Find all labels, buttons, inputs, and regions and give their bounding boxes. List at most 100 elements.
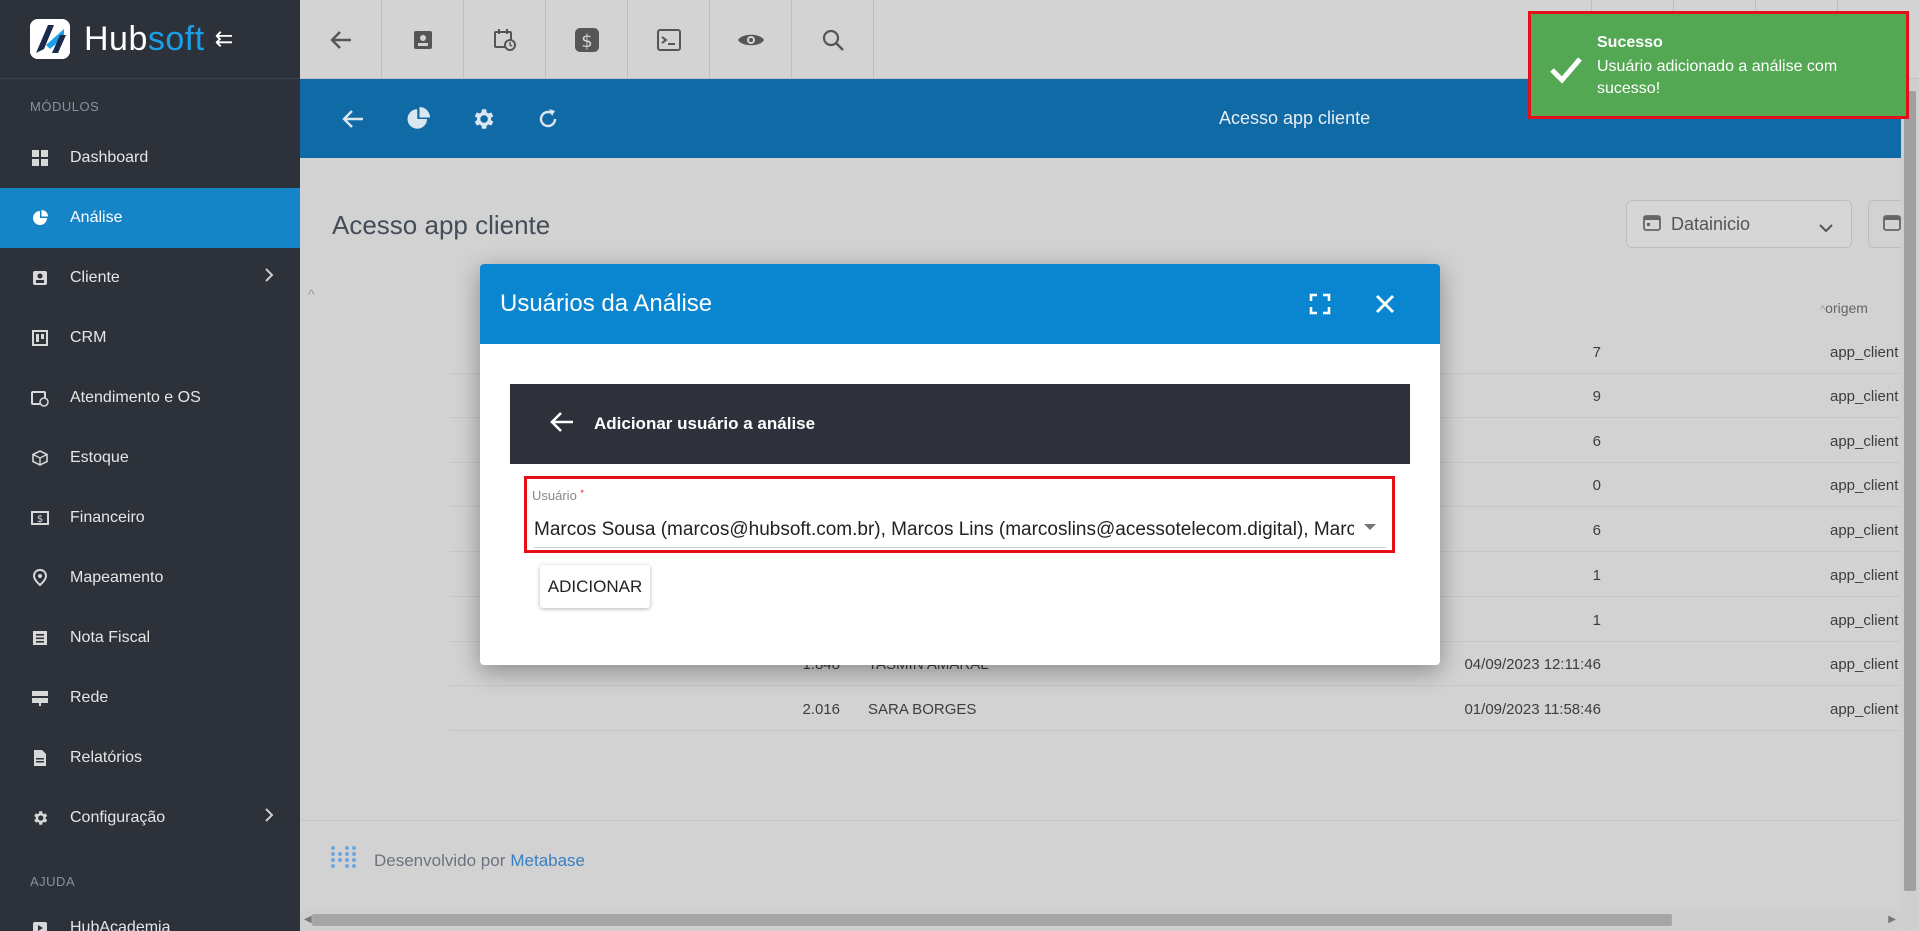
add-user-button[interactable]: ADICIONAR [540, 565, 650, 608]
sidebar-item-mapeamento[interactable]: Mapeamento [0, 548, 300, 608]
dashboard-title: Acesso app cliente [332, 210, 551, 240]
user-select-value[interactable]: Marcos Sousa (marcos@hubsoft.com.br), Ma… [534, 519, 1354, 541]
back-arrow-icon [341, 109, 363, 128]
settings-button[interactable] [450, 106, 515, 132]
invoice-icon [30, 628, 50, 648]
user-select-underline [534, 547, 1386, 548]
collapse-menu-icon[interactable]: ⇇ [215, 26, 233, 52]
close-icon[interactable] [1372, 291, 1398, 317]
section-label-help: AJUDA [30, 874, 76, 889]
table-row[interactable]: 2.016 SARA BORGES 01/09/2023 11:58:46 app_c… [450, 687, 1900, 731]
dropdown-caret-icon[interactable] [1364, 524, 1376, 530]
pie-chart-icon [407, 106, 430, 129]
sidebar: Hubsoft ⇇ MÓDULOS Dashboard Análise Clie… [0, 0, 300, 931]
metabase-link[interactable]: Metabase [510, 851, 585, 871]
brand-name[interactable]: Hubsoft [84, 20, 205, 59]
column-header-origem[interactable]: ^origem [1820, 300, 1868, 316]
sidebar-item-label: Rede [70, 689, 109, 706]
sidebar-item-relatorios[interactable]: Relatórios [0, 728, 300, 788]
crm-board-icon [30, 328, 50, 348]
refresh-icon [539, 108, 556, 127]
calendar-icon [1883, 213, 1901, 236]
calendar-icon [1643, 213, 1661, 236]
view-button[interactable] [710, 0, 792, 79]
sidebar-item-dashboard[interactable]: Dashboard [0, 128, 300, 188]
finance-button[interactable]: $ [546, 0, 628, 79]
brand: Hubsoft ⇇ [0, 0, 300, 79]
calendar-button[interactable] [464, 0, 546, 79]
toast-content: Sucesso Usuário adicionado a análise com… [1597, 34, 1897, 100]
chevron-right-icon [264, 808, 274, 827]
sidebar-item-atendimento[interactable]: Atendimento e OS [0, 368, 300, 428]
vertical-scrollbar[interactable] [1901, 79, 1919, 931]
calendar-clock-icon [493, 28, 516, 51]
sidebar-item-hubacademia[interactable]: HubAcademia [0, 908, 300, 931]
sidebar-item-cliente[interactable]: Cliente [0, 248, 300, 308]
sidebar-item-nota-fiscal[interactable]: Nota Fiscal [0, 608, 300, 668]
dashboard-footer: Desenvolvido por Metabase [300, 820, 1900, 900]
analysis-chart-button[interactable] [385, 106, 450, 131]
sidebar-item-configuracao[interactable]: Configuração [0, 788, 300, 848]
sidebar-item-label: Dashboard [70, 149, 149, 166]
toast-message: Usuário adicionado a análise com sucesso… [1597, 58, 1838, 97]
sidebar-item-estoque[interactable]: Estoque [0, 428, 300, 488]
section-label-modules: MÓDULOS [30, 99, 100, 114]
gear-icon [30, 808, 50, 828]
modal-title: Usuários da Análise [500, 290, 713, 317]
refresh-button[interactable] [515, 107, 580, 131]
back-button[interactable] [300, 0, 382, 79]
check-icon [1549, 52, 1583, 86]
scroll-right-icon[interactable]: ▶ [1888, 914, 1896, 925]
date-start-filter[interactable]: Datainicio [1626, 200, 1852, 248]
sidebar-item-label: Cliente [70, 269, 120, 286]
metabase-logo-icon [330, 844, 358, 877]
search-button[interactable] [792, 0, 874, 79]
toast-title: Sucesso [1597, 34, 1663, 51]
content-back-button[interactable] [320, 109, 385, 129]
sidebar-item-label: Financeiro [70, 509, 145, 526]
chevron-right-icon [264, 268, 274, 287]
sidebar-item-label: CRM [70, 329, 107, 346]
add-user-subheader-title: Adicionar usuário a análise [594, 414, 816, 433]
gear-icon [474, 108, 493, 129]
footer-text: Desenvolvido por [374, 850, 506, 870]
horizontal-scrollbar[interactable]: ◀ ▶ [300, 909, 1900, 931]
sidebar-item-financeiro[interactable]: $ Financeiro [0, 488, 300, 548]
chevron-down-icon [1819, 217, 1833, 238]
fullscreen-icon[interactable] [1308, 292, 1332, 316]
dollar-icon: $ [574, 27, 599, 52]
svg-text:$: $ [37, 514, 43, 525]
success-toast[interactable]: Sucesso Usuário adicionado a análise com… [1528, 11, 1909, 119]
video-icon [30, 918, 50, 931]
server-icon [30, 688, 50, 708]
eye-icon [737, 34, 764, 45]
svg-text:$: $ [581, 31, 592, 52]
horizontal-scrollbar-thumb[interactable] [312, 914, 1672, 926]
dashboard-icon [30, 148, 50, 168]
modal-header: Usuários da Análise [480, 264, 1440, 344]
user-select-label: Usuário * [532, 488, 584, 503]
sort-icon[interactable]: ^ [308, 286, 315, 302]
scroll-left-icon[interactable]: ◀ [304, 914, 312, 925]
back-arrow-icon[interactable] [550, 411, 576, 437]
pie-chart-icon [30, 208, 50, 228]
sidebar-item-label: HubAcademia [70, 919, 171, 931]
terminal-button[interactable] [628, 0, 710, 79]
sidebar-item-rede[interactable]: Rede [0, 668, 300, 728]
sidebar-item-label: Análise [70, 209, 123, 226]
sidebar-item-analise[interactable]: Análise [0, 188, 300, 248]
user-select-field[interactable]: Usuário * Marcos Sousa (marcos@hubsoft.c… [524, 476, 1395, 553]
sidebar-item-label: Relatórios [70, 749, 143, 766]
add-user-subheader: Adicionar usuário a análise [510, 384, 1410, 464]
client-button[interactable] [382, 0, 464, 79]
calendar-clock-icon [30, 388, 50, 408]
sidebar-item-label: Mapeamento [70, 569, 164, 586]
vertical-scrollbar-thumb[interactable] [1904, 91, 1916, 891]
hubsoft-logo-icon[interactable] [30, 19, 70, 59]
sidebar-item-label: Estoque [70, 449, 129, 466]
sidebar-item-label: Atendimento e OS [70, 389, 201, 406]
map-pin-icon [30, 568, 50, 588]
sidebar-item-crm[interactable]: CRM [0, 308, 300, 368]
client-card-icon [413, 30, 432, 49]
sidebar-item-label: Configuração [70, 809, 166, 826]
